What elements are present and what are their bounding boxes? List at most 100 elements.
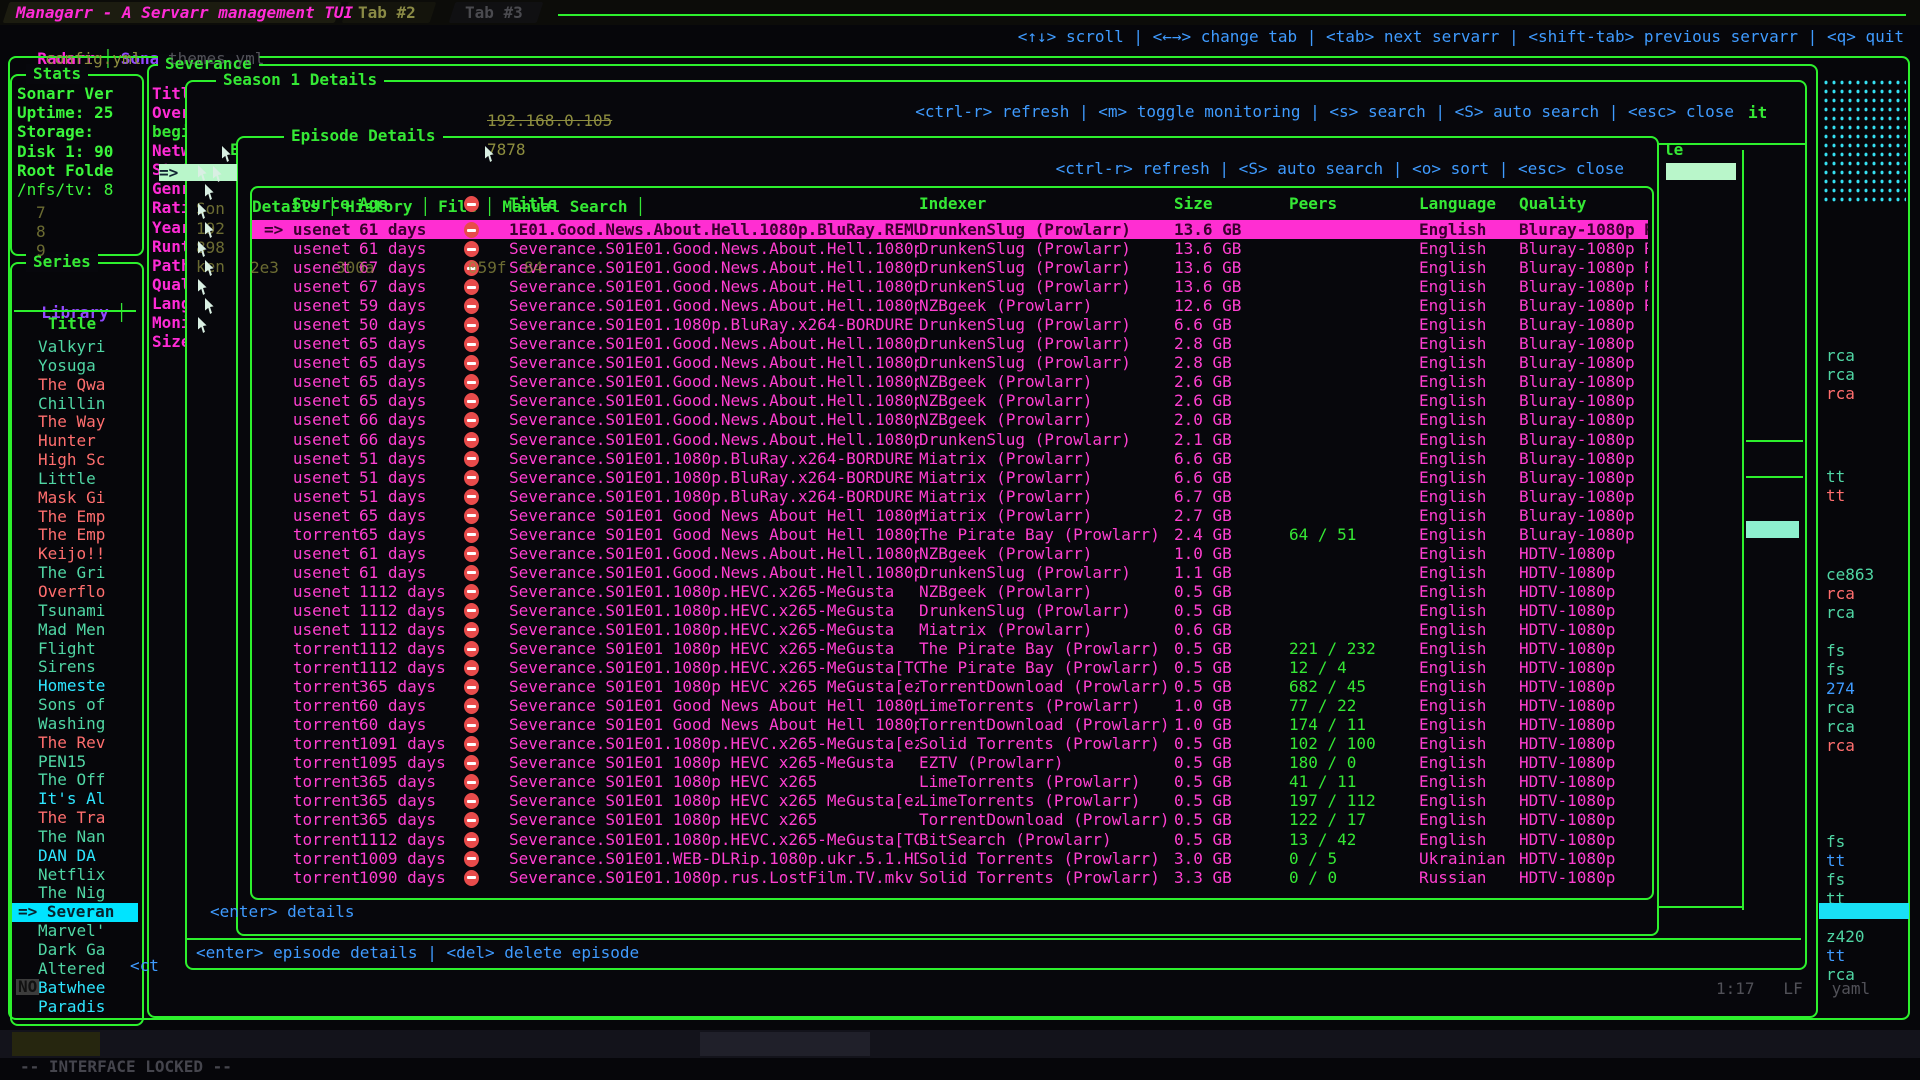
search-result-row[interactable]: torrent1090 daysSeverance.S01E01.1080p.r… — [252, 868, 1648, 887]
series-list-item[interactable]: Flight — [12, 640, 138, 659]
ghost-text: rca — [1826, 366, 1855, 384]
series-list-item[interactable]: It's Al — [12, 790, 138, 809]
ghost-tab-3[interactable]: Tab #3 — [465, 3, 523, 22]
col-header-age[interactable]: Age — [359, 194, 464, 213]
episode-tabs: Details│History│File│Manual Search│ — [252, 159, 653, 178]
search-result-row[interactable]: torrent60 daysSeverance S01E01 Good News… — [252, 696, 1648, 715]
series-list-item[interactable]: High Sc — [12, 451, 138, 470]
search-result-row[interactable]: usenet51 daysSeverance.S01E01.1080p.BluR… — [252, 449, 1648, 468]
series-list-item[interactable]: The Way — [12, 413, 138, 432]
series-list-item[interactable]: Altered — [12, 960, 138, 979]
series-list-item[interactable]: The Off — [12, 771, 138, 790]
search-result-row[interactable]: usenet61 daysSeverance.S01E01.Good.News.… — [252, 544, 1648, 563]
search-result-row[interactable]: usenet65 daysSeverance.S01E01.Good.News.… — [252, 391, 1648, 410]
series-list-item[interactable]: Little — [12, 470, 138, 489]
col-header-quality[interactable]: Quality — [1519, 194, 1658, 213]
search-result-row[interactable]: usenet65 daysSeverance.S01E01.Good.News.… — [252, 372, 1648, 391]
search-result-row[interactable]: torrent60 daysSeverance S01E01 Good News… — [252, 715, 1648, 734]
search-result-row[interactable]: usenet50 daysSeverance.S01E01.1080p.BluR… — [252, 315, 1648, 334]
cell-indexer: DrunkenSlug (Prowlarr) — [919, 315, 1174, 334]
cell-language: English — [1419, 372, 1519, 391]
search-result-row[interactable]: torrent365 daysSeverance S01E01 1080p HE… — [252, 677, 1648, 696]
series-list-item[interactable]: Homeste — [12, 677, 138, 696]
col-header-title[interactable]: Title — [509, 194, 919, 213]
cell-indexer: DrunkenSlug (Prowlarr) — [919, 430, 1174, 449]
cell-source: torrent — [264, 868, 359, 887]
search-result-row[interactable]: torrent1112 daysSeverance.S01E01.1080p.H… — [252, 830, 1648, 849]
series-list-item[interactable]: Mask Gi — [12, 489, 138, 508]
series-list-item[interactable]: The Rev — [12, 734, 138, 753]
search-result-row[interactable]: usenet51 daysSeverance.S01E01.1080p.BluR… — [252, 468, 1648, 487]
series-list-item[interactable]: The Emp — [12, 508, 138, 527]
series-list-item[interactable]: Sons of — [12, 696, 138, 715]
ghost-text: NO — [16, 979, 39, 995]
cell-peers: 682 / 45 — [1289, 677, 1419, 696]
search-result-row[interactable]: usenet65 daysSeverance S01E01 Good News … — [252, 506, 1648, 525]
col-header-source[interactable]: Source — [264, 194, 359, 213]
search-result-row[interactable]: torrent365 daysSeverance S01E01 1080p HE… — [252, 772, 1648, 791]
search-result-row[interactable]: torrent1112 daysSeverance.S01E01.1080p.H… — [252, 658, 1648, 677]
search-result-row[interactable]: usenet51 daysSeverance.S01E01.1080p.BluR… — [252, 487, 1648, 506]
ghost-tab-2[interactable]: Tab #2 — [358, 3, 416, 22]
search-result-row[interactable]: torrent1009 daysSeverance.S01E01.WEB-DLR… — [252, 849, 1648, 868]
series-list-item[interactable]: Marvel' — [12, 922, 138, 941]
cell-peers — [1289, 353, 1419, 372]
search-result-row[interactable]: usenet67 daysSeverance.S01E01.Good.News.… — [252, 258, 1648, 277]
search-result-row[interactable]: usenet67 daysSeverance.S01E01.Good.News.… — [252, 277, 1648, 296]
col-header-indexer[interactable]: Indexer — [919, 194, 1174, 213]
series-list-item[interactable]: Tsunami — [12, 602, 138, 621]
search-result-row[interactable]: torrent65 daysSeverance S01E01 Good News… — [252, 525, 1648, 544]
series-list-item[interactable]: The Qwa — [12, 376, 138, 395]
series-list-item[interactable]: The Gri — [12, 564, 138, 583]
series-list-item[interactable]: => Severan — [12, 903, 138, 922]
series-list-item[interactable]: Chillin — [12, 395, 138, 414]
cell-source: torrent — [264, 696, 359, 715]
search-result-row[interactable]: torrent1112 daysSeverance S01E01 1080p H… — [252, 639, 1648, 658]
ghost-block — [1657, 906, 1742, 908]
col-header-language[interactable]: Language — [1419, 194, 1519, 213]
col-header-rejected — [464, 194, 509, 213]
series-list-item[interactable]: PEN15 — [12, 753, 138, 772]
series-list-item[interactable]: Keijo!! — [12, 545, 138, 564]
search-result-row[interactable]: usenet1112 daysSeverance.S01E01.1080p.HE… — [252, 601, 1648, 620]
search-result-row[interactable]: usenet61 daysSeverance.S01E01.Good.News.… — [252, 563, 1648, 582]
search-result-row[interactable]: usenet59 daysSeverance.S01E01.Good.News.… — [252, 296, 1648, 315]
cell-quality: HDTV-1080p — [1519, 601, 1648, 620]
search-result-row[interactable]: usenet65 daysSeverance.S01E01.Good.News.… — [252, 353, 1648, 372]
search-result-row[interactable]: usenet65 daysSeverance.S01E01.Good.News.… — [252, 334, 1648, 353]
search-result-row[interactable]: usenet66 daysSeverance.S01E01.Good.News.… — [252, 430, 1648, 449]
series-list-item[interactable]: The Emp — [12, 526, 138, 545]
series-list-item[interactable]: Yosuga — [12, 357, 138, 376]
search-result-row[interactable]: torrent365 daysSeverance S01E01 1080p HE… — [252, 810, 1648, 829]
search-result-row[interactable]: => usenet61 days1E01.Good.News.About.Hel… — [252, 220, 1648, 239]
cell-rejected — [464, 372, 509, 391]
ghost-text: fs — [1826, 871, 1845, 889]
cell-language: English — [1419, 810, 1519, 829]
search-result-row[interactable]: torrent1091 daysSeverance.S01E01.1080p.H… — [252, 734, 1648, 753]
series-list-item[interactable]: Dark Ga — [12, 941, 138, 960]
series-list-item[interactable]: Washing — [12, 715, 138, 734]
series-list-item[interactable]: Valkyri — [12, 338, 138, 357]
series-list-item[interactable]: The Nig — [12, 884, 138, 903]
series-list-item[interactable]: Netflix — [12, 866, 138, 885]
search-result-row[interactable]: usenet1112 daysSeverance.S01E01.1080p.HE… — [252, 582, 1648, 601]
col-header-peers[interactable]: Peers — [1289, 194, 1419, 213]
series-list-item[interactable]: The Nan — [12, 828, 138, 847]
series-list-item[interactable]: The Tra — [12, 809, 138, 828]
ghost-text: it — [1748, 104, 1767, 122]
cell-age: 60 days — [359, 696, 464, 715]
search-result-row[interactable]: usenet66 daysSeverance.S01E01.Good.News.… — [252, 410, 1648, 429]
col-header-size[interactable]: Size — [1174, 194, 1289, 213]
series-list-item[interactable]: Sirens — [12, 658, 138, 677]
search-result-row[interactable]: torrent1095 daysSeverance S01E01 1080p H… — [252, 753, 1648, 772]
cell-language: Ukrainian — [1419, 849, 1519, 868]
search-result-row[interactable]: torrent365 daysSeverance S01E01 1080p HE… — [252, 791, 1648, 810]
series-list-item[interactable]: Overflo — [12, 583, 138, 602]
series-list-item[interactable]: Hunter — [12, 432, 138, 451]
series-list-item[interactable]: Paradis — [12, 998, 138, 1017]
cell-quality: Bluray-1080p — [1519, 334, 1648, 353]
series-list-item[interactable]: Mad Men — [12, 621, 138, 640]
search-result-row[interactable]: usenet61 daysSeverance.S01E01.Good.News.… — [252, 239, 1648, 258]
search-result-row[interactable]: usenet1112 daysSeverance.S01E01.1080p.HE… — [252, 620, 1648, 639]
series-list-item[interactable]: DAN DA — [12, 847, 138, 866]
